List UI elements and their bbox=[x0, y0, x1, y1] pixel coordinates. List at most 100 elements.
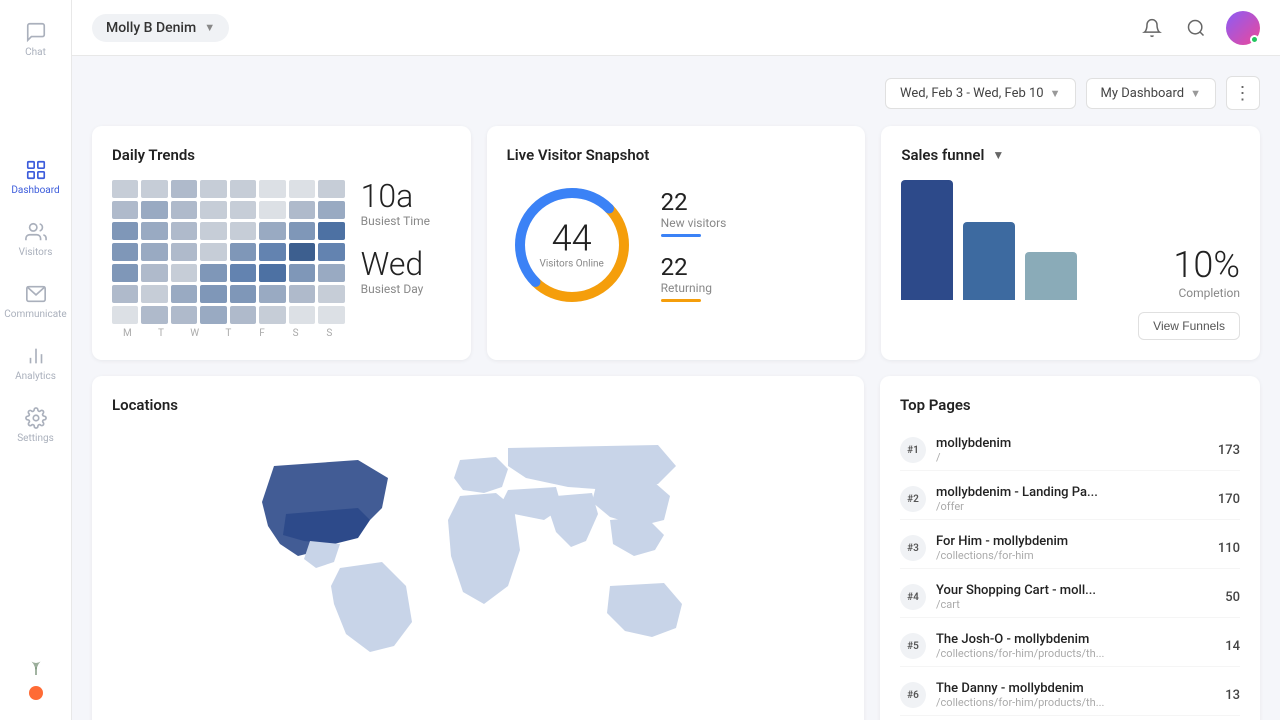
more-options-button[interactable]: ⋮ bbox=[1226, 76, 1260, 110]
heatmap-cell bbox=[259, 243, 285, 261]
new-visitors-bar bbox=[661, 234, 701, 237]
returning-bar bbox=[661, 299, 701, 302]
topbar-right bbox=[1138, 11, 1260, 45]
heatmap-cell bbox=[171, 306, 197, 324]
rank-badge: #4 bbox=[900, 584, 926, 610]
list-item[interactable]: #3 For Him - mollybdenim /collections/fo… bbox=[900, 528, 1240, 569]
sidebar-item-visitors[interactable]: Visitors bbox=[0, 210, 71, 268]
heatmap-cell bbox=[230, 306, 256, 324]
sidebar-item-communicate[interactable]: Communicate bbox=[0, 272, 71, 330]
completion-pct: 10% bbox=[1173, 244, 1240, 286]
heatmap-cell bbox=[259, 201, 285, 219]
daily-trends-title: Daily Trends bbox=[112, 146, 451, 164]
heatmap-cell bbox=[200, 201, 226, 219]
heatmap-cell bbox=[289, 222, 315, 240]
world-map-svg bbox=[112, 430, 844, 670]
communicate-label: Communicate bbox=[4, 309, 66, 320]
notification-icon[interactable] bbox=[1138, 14, 1166, 42]
heatmap-wrapper: M T W T F S S bbox=[112, 180, 345, 339]
list-item[interactable]: #4 Your Shopping Cart - moll... /cart 50 bbox=[900, 577, 1240, 618]
search-icon[interactable] bbox=[1182, 14, 1210, 42]
view-funnels-wrapper: View Funnels bbox=[901, 312, 1240, 340]
communicate-icon bbox=[24, 282, 48, 306]
heatmap-cell bbox=[141, 243, 167, 261]
heatmap-cell bbox=[318, 285, 344, 303]
live-visitor-title: Live Visitor Snapshot bbox=[507, 146, 846, 164]
heatmap-cell bbox=[171, 243, 197, 261]
day-label-t2: T bbox=[213, 328, 244, 339]
store-selector[interactable]: Molly B Denim ▼ bbox=[92, 14, 229, 42]
heatmap-cell bbox=[289, 180, 315, 198]
page-info: For Him - mollybdenim /collections/for-h… bbox=[936, 534, 1208, 562]
returning-visitors-stat: 22 Returning bbox=[661, 253, 727, 302]
heatmap-cell bbox=[141, 264, 167, 282]
date-dropdown-icon: ▼ bbox=[1050, 87, 1061, 100]
top-pages-title: Top Pages bbox=[900, 396, 1240, 414]
avatar-online-dot bbox=[1250, 35, 1259, 44]
heatmap-cell bbox=[230, 285, 256, 303]
day-label-m: M bbox=[112, 328, 143, 339]
heatmap-cell bbox=[141, 222, 167, 240]
trends-stats: 10a Busiest Time Wed Busiest Day bbox=[361, 180, 451, 296]
heatmap-cell bbox=[318, 264, 344, 282]
list-item[interactable]: #5 The Josh-O - mollybdenim /collections… bbox=[900, 626, 1240, 667]
donut-center: 44 Visitors Online bbox=[539, 221, 603, 270]
topbar: Molly B Denim ▼ bbox=[72, 0, 1280, 56]
page-path: /collections/for-him bbox=[936, 549, 1208, 562]
sidebar-item-analytics[interactable]: Analytics bbox=[0, 334, 71, 392]
rank-badge: #6 bbox=[900, 682, 926, 708]
heatmap-cell bbox=[112, 285, 138, 303]
date-range-filter[interactable]: Wed, Feb 3 - Wed, Feb 10 ▼ bbox=[885, 78, 1075, 109]
heatmap-cell bbox=[171, 201, 197, 219]
heatmap-cell bbox=[171, 222, 197, 240]
heatmap-cell bbox=[259, 264, 285, 282]
new-visitors-label: New visitors bbox=[661, 216, 727, 230]
heatmap-cell bbox=[112, 264, 138, 282]
heatmap-cell bbox=[259, 180, 285, 198]
funnel-completion: 10% Completion bbox=[1173, 244, 1240, 300]
sidebar-item-settings[interactable]: Settings bbox=[0, 396, 71, 454]
locations-title: Locations bbox=[112, 396, 844, 414]
busiest-time-value: 10a bbox=[361, 180, 451, 212]
page-count: 170 bbox=[1218, 492, 1240, 507]
sidebar-item-dashboard[interactable]: Dashboard bbox=[0, 148, 71, 206]
settings-icon bbox=[24, 406, 48, 430]
dashboard-filter[interactable]: My Dashboard ▼ bbox=[1086, 78, 1217, 109]
heatmap-cell bbox=[230, 201, 256, 219]
visitors-online-count: 44 bbox=[539, 221, 603, 257]
page-info: The Josh-O - mollybdenim /collections/fo… bbox=[936, 632, 1215, 660]
page-name: The Danny - mollybdenim bbox=[936, 681, 1215, 696]
heatmap-cell bbox=[289, 285, 315, 303]
heatmap-cell bbox=[200, 222, 226, 240]
heatmap-cell bbox=[171, 285, 197, 303]
date-range-text: Wed, Feb 3 - Wed, Feb 10 bbox=[900, 86, 1044, 101]
sales-funnel-dropdown-icon: ▼ bbox=[992, 148, 1004, 162]
heatmap-cell bbox=[171, 264, 197, 282]
top-pages-list: #1 mollybdenim / 173 #2 mollybdenim - La… bbox=[900, 430, 1240, 716]
heatmap-cell bbox=[318, 243, 344, 261]
heatmap-cell bbox=[259, 222, 285, 240]
view-funnels-button[interactable]: View Funnels bbox=[1138, 312, 1240, 340]
heatmap-cell bbox=[318, 222, 344, 240]
daily-trends-card: Daily Trends M T W T F S S bbox=[92, 126, 471, 360]
heatmap-cell bbox=[112, 201, 138, 219]
new-visitors-count: 22 bbox=[661, 188, 727, 216]
sales-funnel-card: Sales funnel ▼ 10% Completion View Fu bbox=[881, 126, 1260, 360]
new-visitors-stat: 22 New visitors bbox=[661, 188, 727, 237]
sidebar-item-chat[interactable]: Chat bbox=[0, 10, 71, 68]
avatar[interactable] bbox=[1226, 11, 1260, 45]
heatmap-cell bbox=[200, 180, 226, 198]
heatmap-cell bbox=[200, 243, 226, 261]
sales-funnel-title: Sales funnel bbox=[901, 146, 984, 164]
settings-label: Settings bbox=[17, 433, 54, 444]
heatmap-cell bbox=[289, 201, 315, 219]
heatmap-cell bbox=[200, 285, 226, 303]
busiest-day-label: Busiest Day bbox=[361, 282, 451, 296]
store-name: Molly B Denim bbox=[106, 20, 196, 36]
sidebar-bottom bbox=[26, 654, 46, 710]
list-item[interactable]: #1 mollybdenim / 173 bbox=[900, 430, 1240, 471]
list-item[interactable]: #6 The Danny - mollybdenim /collections/… bbox=[900, 675, 1240, 716]
list-item[interactable]: #2 mollybdenim - Landing Pa... /offer 17… bbox=[900, 479, 1240, 520]
day-label-s2: S bbox=[314, 328, 345, 339]
daily-trends-inner: M T W T F S S 10a Busiest Time bbox=[112, 180, 451, 339]
